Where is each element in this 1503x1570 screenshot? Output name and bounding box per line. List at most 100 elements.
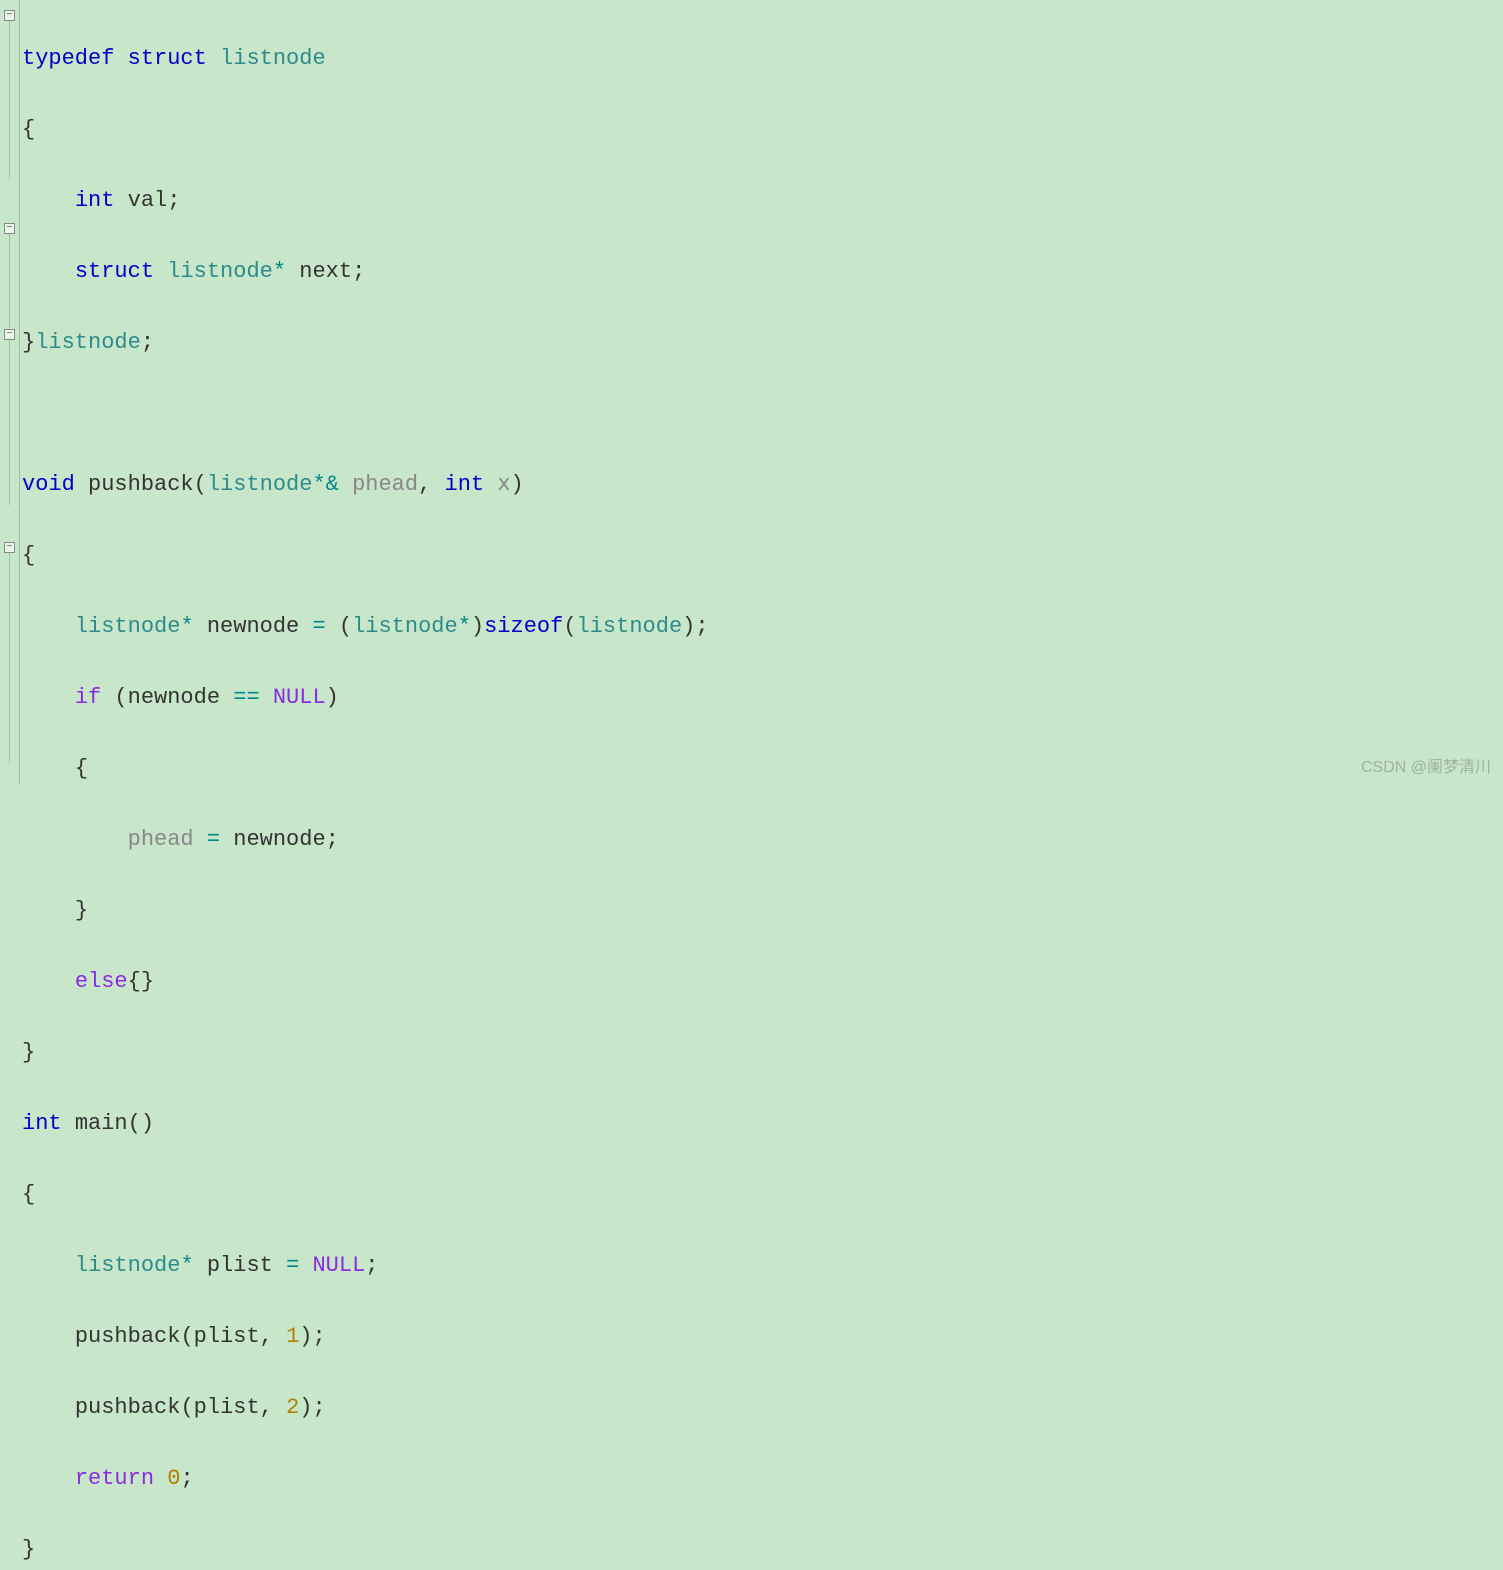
null-literal: NULL xyxy=(273,685,326,710)
identifier: val xyxy=(128,188,168,213)
star-operator: * xyxy=(180,614,193,639)
number-literal: 0 xyxy=(167,1466,180,1491)
fold-line xyxy=(9,234,10,328)
code-line: void pushback(listnode*& phead, int x) xyxy=(22,467,1501,503)
paren-open: ( xyxy=(180,1324,193,1349)
semicolon: ; xyxy=(352,259,365,284)
keyword-typedef: typedef xyxy=(22,46,114,71)
code-line: int val; xyxy=(22,183,1501,219)
function-call: pushback xyxy=(75,1395,181,1420)
semicolon: ; xyxy=(141,330,154,355)
code-line: } xyxy=(22,893,1501,929)
brace-open: { xyxy=(75,756,88,781)
paren-close: ) xyxy=(299,1395,312,1420)
identifier: newnode xyxy=(207,614,299,639)
code-line xyxy=(22,396,1501,432)
code-line: { xyxy=(22,112,1501,148)
semicolon: ; xyxy=(365,1253,378,1278)
code-line: int main() xyxy=(22,1106,1501,1142)
keyword-int: int xyxy=(445,472,485,497)
paren-open: ( xyxy=(339,614,352,639)
type-name: listnode xyxy=(207,472,313,497)
code-editor[interactable]: typedef struct listnode { int val; struc… xyxy=(20,0,1503,785)
keyword-else: else xyxy=(75,969,128,994)
identifier: plist xyxy=(194,1324,260,1349)
paren-open: ( xyxy=(194,472,207,497)
paren-close: ) xyxy=(299,1324,312,1349)
keyword-if: if xyxy=(75,685,101,710)
type-name: listnode xyxy=(167,259,273,284)
parens: () xyxy=(128,1111,154,1136)
function-call: pushback xyxy=(75,1324,181,1349)
fold-line xyxy=(9,340,10,505)
code-line: pushback(plist, 1); xyxy=(22,1319,1501,1355)
code-line: phead = newnode; xyxy=(22,822,1501,858)
keyword-return: return xyxy=(75,1466,154,1491)
semicolon: ; xyxy=(695,614,708,639)
code-line: return 0; xyxy=(22,1461,1501,1497)
watermark-text: CSDN @阑梦清川 xyxy=(1361,753,1491,777)
semicolon: ; xyxy=(167,188,180,213)
equals-operator: = xyxy=(286,1253,299,1278)
comma: , xyxy=(418,472,431,497)
equals-operator: = xyxy=(312,614,325,639)
code-line: listnode* newnode = (listnode*)sizeof(li… xyxy=(22,609,1501,645)
fold-marker-icon[interactable]: − xyxy=(4,542,15,553)
semicolon: ; xyxy=(326,827,339,852)
star-operator: * xyxy=(180,1253,193,1278)
code-line: typedef struct listnode xyxy=(22,41,1501,77)
braces-empty: {} xyxy=(128,969,154,994)
code-line: listnode* plist = NULL; xyxy=(22,1248,1501,1284)
code-line: else{} xyxy=(22,964,1501,1000)
code-line: pushback(plist, 2); xyxy=(22,1390,1501,1426)
semicolon: ; xyxy=(180,1466,193,1491)
function-main: main xyxy=(75,1111,128,1136)
paren-open: ( xyxy=(563,614,576,639)
type-name: listnode xyxy=(577,614,683,639)
number-literal: 1 xyxy=(286,1324,299,1349)
code-line: } xyxy=(22,1532,1501,1568)
keyword-int: int xyxy=(75,188,115,213)
function-name: pushback xyxy=(88,472,194,497)
brace-open: { xyxy=(22,117,35,142)
equals-operator: = xyxy=(207,827,220,852)
brace-close: } xyxy=(22,1537,35,1562)
code-line: { xyxy=(22,1177,1501,1213)
identifier: newnode xyxy=(128,685,220,710)
identifier: plist xyxy=(194,1395,260,1420)
brace-open: { xyxy=(22,543,35,568)
identifier: phead xyxy=(128,827,194,852)
comma: , xyxy=(260,1324,273,1349)
keyword-sizeof: sizeof xyxy=(484,614,563,639)
code-line: if (newnode == NULL) xyxy=(22,680,1501,716)
fold-line xyxy=(9,21,10,179)
null-literal: NULL xyxy=(312,1253,365,1278)
code-line: }listnode; xyxy=(22,325,1501,361)
fold-gutter: − − − − xyxy=(0,0,20,785)
fold-marker-icon[interactable]: − xyxy=(4,223,15,234)
code-line: } xyxy=(22,1035,1501,1071)
paren-close: ) xyxy=(511,472,524,497)
brace-close: } xyxy=(22,1040,35,1065)
type-name: listnode xyxy=(352,614,458,639)
keyword-void: void xyxy=(22,472,75,497)
paren-open: ( xyxy=(114,685,127,710)
star-operator: * xyxy=(458,614,471,639)
paren-close: ) xyxy=(326,685,339,710)
brace-open: { xyxy=(22,1182,35,1207)
parameter: phead xyxy=(352,472,418,497)
keyword-struct: struct xyxy=(75,259,154,284)
brace-close: } xyxy=(75,898,88,923)
fold-marker-icon[interactable]: − xyxy=(4,10,15,21)
fold-marker-icon[interactable]: − xyxy=(4,329,15,340)
brace-close: } xyxy=(22,330,35,355)
paren-open: ( xyxy=(180,1395,193,1420)
star-operator: * xyxy=(273,259,286,284)
code-line: struct listnode* next; xyxy=(22,254,1501,290)
comma: , xyxy=(260,1395,273,1420)
type-name: listnode xyxy=(75,614,181,639)
number-literal: 2 xyxy=(286,1395,299,1420)
identifier: next xyxy=(299,259,352,284)
keyword-struct: struct xyxy=(128,46,207,71)
semicolon: ; xyxy=(312,1324,325,1349)
